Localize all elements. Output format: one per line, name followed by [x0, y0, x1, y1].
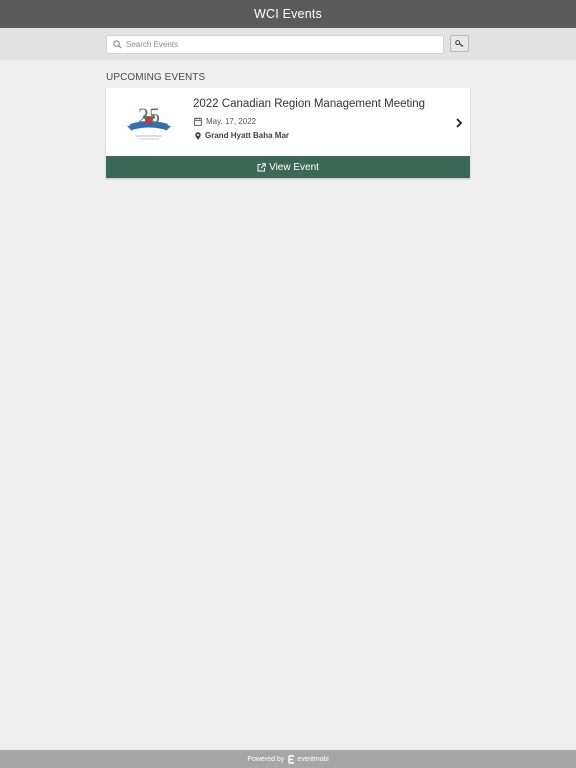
powered-by-text: Powered by — [247, 755, 285, 763]
key-icon — [455, 40, 464, 47]
event-date-row: May. 17, 2022 — [194, 117, 256, 126]
eventmobi-logo-icon — [288, 754, 295, 764]
event-venue: Grand Hyatt Baha Mar — [205, 131, 290, 140]
app-title: WCI Events — [254, 7, 322, 21]
external-link-icon — [257, 162, 266, 171]
event-details-link[interactable]: 25 2022 Canadian Region Management Meeti… — [106, 88, 470, 156]
eventmobi-logo[interactable]: eventmobi — [288, 754, 329, 764]
calendar-icon — [194, 117, 202, 126]
search-input[interactable] — [123, 37, 443, 52]
search-field[interactable] — [106, 35, 444, 54]
search-bar — [0, 28, 576, 60]
access-key-button[interactable] — [450, 35, 469, 52]
brand-name: eventmobi — [297, 755, 329, 763]
event-date: May. 17, 2022 — [206, 117, 257, 126]
view-event-label: View Event — [269, 161, 319, 173]
app-header: WCI Events — [0, 0, 576, 28]
map-marker-icon — [195, 131, 201, 140]
event-title: 2022 Canadian Region Management Meeting — [193, 98, 426, 110]
view-event-button[interactable]: View Event — [106, 156, 470, 178]
chevron-right-icon — [456, 118, 463, 128]
section-heading: UPCOMING EVENTS — [106, 72, 206, 83]
footer: Powered by eventmobi — [0, 750, 576, 768]
event-logo: 25 — [127, 103, 171, 140]
search-icon — [111, 39, 123, 51]
event-venue-row: Grand Hyatt Baha Mar — [195, 131, 289, 140]
event-card: 25 2022 Canadian Region Management Meeti… — [106, 88, 470, 178]
